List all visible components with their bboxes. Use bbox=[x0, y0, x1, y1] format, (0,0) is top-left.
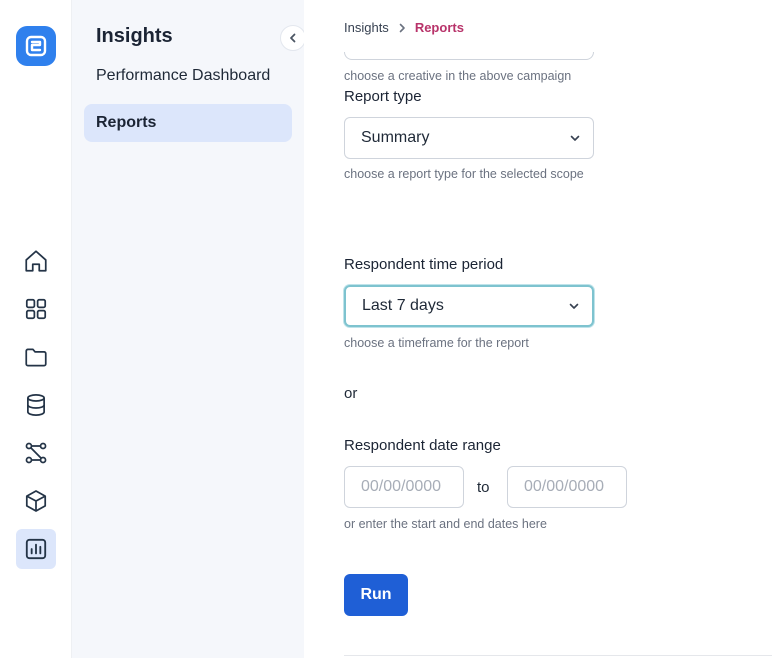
time-period-label: Respondent time period bbox=[344, 256, 504, 273]
date-range-help-text: or enter the start and end dates here bbox=[344, 517, 547, 531]
start-date-input[interactable] bbox=[344, 466, 464, 508]
chevron-left-icon bbox=[290, 33, 296, 43]
report-type-help-text: choose a report type for the selected sc… bbox=[344, 167, 584, 181]
chevron-right-icon bbox=[399, 23, 405, 32]
icon-rail bbox=[0, 0, 72, 658]
breadcrumb-insights[interactable]: Insights bbox=[344, 20, 389, 35]
date-range-label: Respondent date range bbox=[344, 437, 501, 454]
end-date-input[interactable] bbox=[507, 466, 627, 508]
chevron-down-icon bbox=[570, 135, 580, 141]
report-type-value: Summary bbox=[361, 129, 430, 146]
or-separator: or bbox=[344, 385, 358, 402]
time-period-value: Last 7 days bbox=[362, 297, 444, 314]
breadcrumb-reports: Reports bbox=[414, 20, 464, 35]
sidebar-item-reports[interactable]: Reports bbox=[84, 104, 292, 142]
collapse-sidebar-button[interactable] bbox=[280, 25, 306, 51]
creative-help-text: choose a creative in the above campaign bbox=[344, 69, 572, 83]
database-icon[interactable] bbox=[16, 385, 56, 425]
sidebar-item-label: Reports bbox=[96, 114, 157, 131]
sidebar-title: Insights bbox=[96, 25, 173, 47]
sidebar-item-label: Performance Dashboard bbox=[96, 67, 271, 84]
app: Insights Performance Dashboard Reports I… bbox=[0, 0, 772, 658]
chart-icon[interactable] bbox=[16, 529, 56, 569]
home-icon[interactable] bbox=[16, 241, 56, 281]
date-range-to: to bbox=[477, 479, 490, 496]
report-type-label: Report type bbox=[344, 88, 422, 105]
run-button[interactable]: Run bbox=[344, 574, 408, 616]
breadcrumb: Insights Reports bbox=[344, 20, 464, 35]
divider bbox=[344, 655, 772, 656]
time-period-select[interactable]: Last 7 days bbox=[344, 285, 594, 327]
workflow-icon[interactable] bbox=[16, 433, 56, 473]
report-type-select[interactable]: Summary bbox=[344, 117, 594, 159]
main-content: Insights Reports choose a creative in th… bbox=[304, 0, 772, 658]
time-period-help-text: choose a timeframe for the report bbox=[344, 336, 529, 350]
grid-icon[interactable] bbox=[16, 289, 56, 329]
sidebar-item-performance-dashboard[interactable]: Performance Dashboard bbox=[84, 57, 292, 95]
logo-icon[interactable] bbox=[16, 26, 56, 66]
folder-icon[interactable] bbox=[16, 337, 56, 377]
insights-sidebar: Insights Performance Dashboard Reports bbox=[72, 0, 306, 658]
chevron-down-icon bbox=[569, 303, 579, 309]
cube-icon[interactable] bbox=[16, 481, 56, 521]
